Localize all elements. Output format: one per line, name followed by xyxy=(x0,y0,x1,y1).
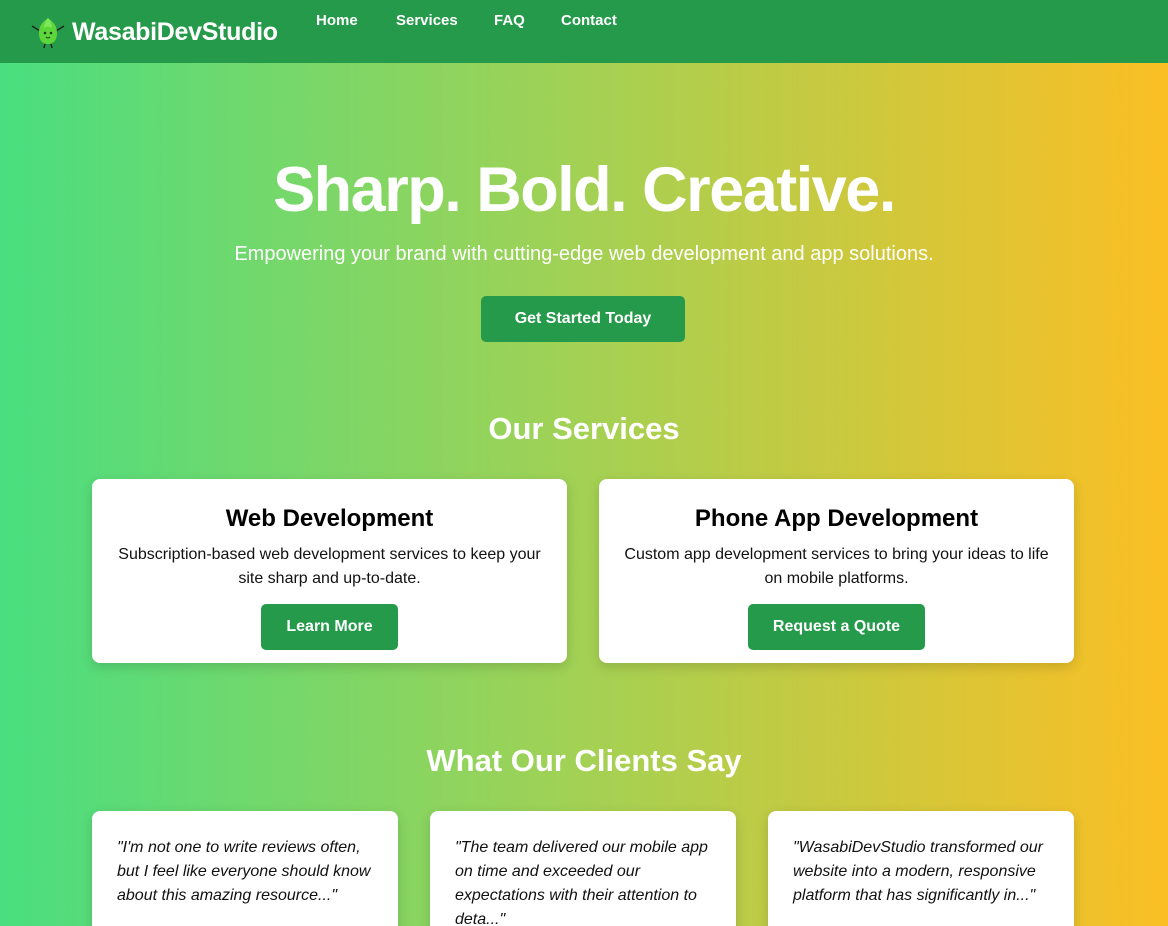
top-navigation-bar: WasabiDevStudio Home Services FAQ Contac… xyxy=(0,0,1168,63)
testimonial-card: "The team delivered our mobile app on ti… xyxy=(430,811,736,926)
nav-home-link[interactable]: Home xyxy=(316,12,358,29)
service-title: Phone App Development xyxy=(694,505,979,532)
service-title: Web Development xyxy=(225,505,434,532)
testimonial-card: "I'm not one to write reviews often, but… xyxy=(92,811,398,926)
testimonials-heading: What Our Clients Say xyxy=(426,743,742,778)
testimonial-quote: "I'm not one to write reviews often, but… xyxy=(117,839,371,904)
request-quote-button[interactable]: Request a Quote xyxy=(748,604,925,650)
nav-contact-link[interactable]: Contact xyxy=(561,12,617,29)
service-card-web-development: Web Development Subscription-based web d… xyxy=(92,479,567,663)
wasabi-mascot-icon xyxy=(31,18,65,49)
get-started-button[interactable]: Get Started Today xyxy=(481,296,685,342)
hero-title: Sharp. Bold. Creative. xyxy=(273,155,896,225)
learn-more-button[interactable]: Learn More xyxy=(261,604,398,650)
testimonial-card: "WasabiDevStudio transformed our website… xyxy=(768,811,1074,926)
services-heading: Our Services xyxy=(488,411,680,446)
testimonial-quote: "The team delivered our mobile app on ti… xyxy=(455,839,708,926)
hero-subtitle: Empowering your brand with cutting-edge … xyxy=(234,243,934,265)
nav-services-link[interactable]: Services xyxy=(396,12,458,29)
service-description: Custom app development services to bring… xyxy=(624,546,1049,587)
brand-logo-link[interactable]: WasabiDevStudio xyxy=(29,14,278,50)
service-card-phone-app-development: Phone App Development Custom app develop… xyxy=(599,479,1074,663)
service-description: Subscription-based web development servi… xyxy=(118,546,541,587)
brand-name: WasabiDevStudio xyxy=(72,17,278,46)
nav-faq-link[interactable]: FAQ xyxy=(494,12,525,29)
testimonial-quote: "WasabiDevStudio transformed our website… xyxy=(793,839,1043,904)
